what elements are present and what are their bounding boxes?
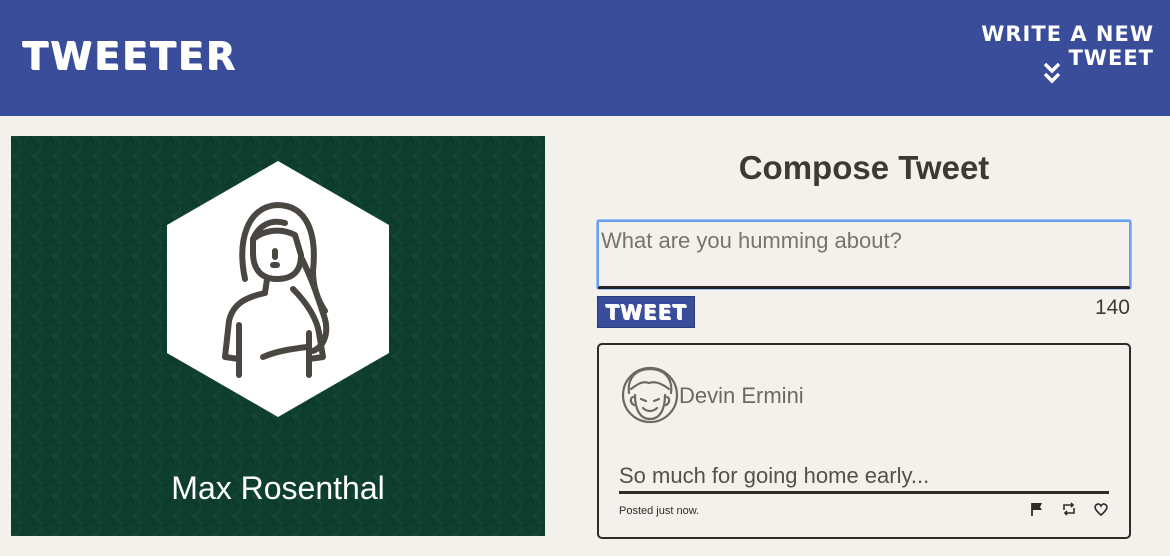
tweet-submit-button[interactable]: TWEET xyxy=(597,296,695,328)
woman-avatar-icon xyxy=(167,161,389,417)
tweet-actions xyxy=(1029,501,1109,517)
character-counter: 140 xyxy=(1094,296,1130,319)
tweet-text: So much for going home early... xyxy=(619,463,1109,494)
tweet-author-name: Devin Ermini xyxy=(679,383,804,408)
profile-name: Max Rosenthal xyxy=(171,470,385,506)
retweet-icon[interactable] xyxy=(1061,501,1077,517)
tweet-card: Devin Ermini So much for going home earl… xyxy=(597,343,1131,539)
profile-panel: Max Rosenthal xyxy=(11,136,545,536)
flag-icon[interactable] xyxy=(1029,501,1045,517)
heart-icon[interactable] xyxy=(1093,501,1109,517)
tweet-text-input[interactable] xyxy=(596,219,1132,290)
brand-logo[interactable]: TWEETER xyxy=(22,34,237,78)
compose-title: Compose Tweet xyxy=(738,149,990,186)
top-nav: TWEETER WRITE A NEW TWEET xyxy=(0,0,1170,116)
write-new-tweet-label[interactable]: WRITE A NEW TWEET xyxy=(894,22,1154,70)
man-avatar-icon xyxy=(621,366,679,424)
double-chevron-down-icon[interactable] xyxy=(1042,62,1062,84)
tweet-timestamp: Posted just now. xyxy=(619,505,700,517)
write-new-tweet-toggle[interactable]: WRITE A NEW TWEET xyxy=(894,22,1154,84)
